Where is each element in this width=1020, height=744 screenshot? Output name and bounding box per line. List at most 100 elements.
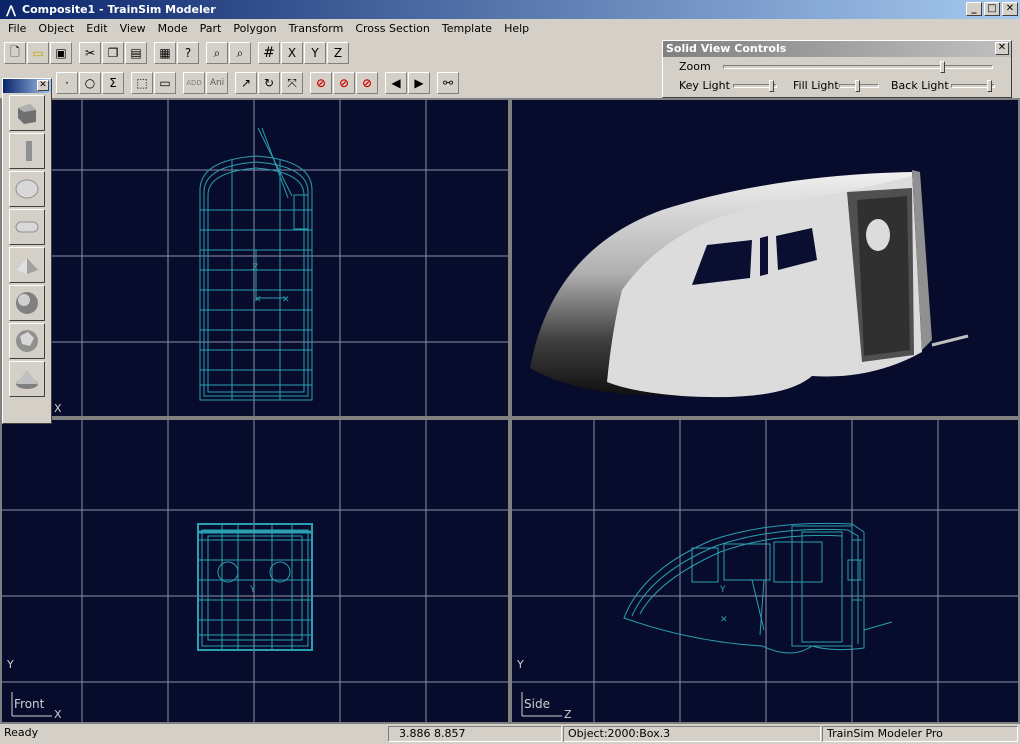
back-light-slider-thumb[interactable]: [987, 79, 992, 92]
menu-polygon[interactable]: Polygon: [227, 20, 282, 38]
zoom-row: Zoom: [679, 60, 993, 73]
scale-icon[interactable]: ⤧: [281, 72, 303, 94]
disc-icon[interactable]: [9, 171, 45, 207]
binoculars-icon[interactable]: ⚯: [437, 72, 459, 94]
viewport-name-side: Side: [524, 697, 550, 711]
close-icon[interactable]: ✕: [37, 80, 49, 91]
back-light-slider[interactable]: [951, 79, 995, 92]
add-label: ADD: [186, 79, 202, 87]
main-toolbar: 🗋 ▭ ▣ ✂ ❐ ▤ ▦ ? ⌕ ⌕ # X Y Z: [0, 40, 660, 66]
maximize-button[interactable]: □: [984, 2, 1000, 16]
status-product: TrainSim Modeler Pro: [822, 726, 1018, 742]
menu-transform[interactable]: Transform: [283, 20, 350, 38]
grid: [2, 420, 508, 722]
grid-icon[interactable]: #: [258, 42, 280, 64]
viewport-top[interactable]: Z ✕ ✕ X: [0, 98, 510, 418]
ani-button[interactable]: Ani: [206, 72, 228, 94]
next-icon[interactable]: ▶: [408, 72, 430, 94]
select-box-icon[interactable]: ⬚: [131, 72, 153, 94]
fill-light-slider[interactable]: [839, 79, 879, 92]
fill-light-slider-thumb[interactable]: [855, 79, 860, 92]
primitive-palette: ✕: [2, 78, 52, 424]
viewport-side[interactable]: Y ✕ Y Z Side: [510, 418, 1020, 724]
new-file-icon[interactable]: 🗋: [4, 42, 26, 64]
axis-x-label: X: [287, 46, 297, 60]
menu-help[interactable]: Help: [498, 20, 535, 38]
axis-y-icon[interactable]: Y: [304, 42, 326, 64]
close-button[interactable]: ✕: [1002, 2, 1018, 16]
viewport-perspective-canvas: [530, 170, 969, 398]
key-light-row: Key Light: [679, 79, 777, 92]
no-z-icon[interactable]: ⊘: [356, 72, 378, 94]
pyramid-icon[interactable]: [9, 247, 45, 283]
key-light-slider-thumb[interactable]: [769, 79, 774, 92]
menu-view[interactable]: View: [114, 20, 152, 38]
menu-template[interactable]: Template: [436, 20, 498, 38]
vertex-icon[interactable]: ·: [56, 72, 78, 94]
paste-icon[interactable]: ▤: [125, 42, 147, 64]
axis-z-label: Z: [564, 708, 572, 721]
ani-label: Ani: [209, 78, 225, 88]
fill-light-label: Fill Light: [793, 79, 839, 92]
zoom-label: Zoom: [679, 60, 711, 73]
cut-icon[interactable]: ✂: [79, 42, 101, 64]
cylinder-icon[interactable]: [9, 133, 45, 169]
capsule-icon[interactable]: [9, 209, 45, 245]
menu-object[interactable]: Object: [32, 20, 80, 38]
circle-icon[interactable]: ○: [79, 72, 101, 94]
cube-icon[interactable]: [9, 95, 45, 131]
viewport-perspective[interactable]: [510, 98, 1020, 418]
fill-light-row: Fill Light: [793, 79, 879, 92]
zoom-slider[interactable]: [723, 60, 993, 73]
menu-mode[interactable]: Mode: [152, 20, 194, 38]
marker-x1: ✕: [254, 295, 262, 305]
zoom-in-icon[interactable]: ⌕: [206, 42, 228, 64]
minimize-button[interactable]: _: [966, 2, 982, 16]
ruler-icon[interactable]: ▭: [154, 72, 176, 94]
key-light-slider[interactable]: [733, 79, 777, 92]
help-icon[interactable]: ?: [177, 42, 199, 64]
move-icon[interactable]: ↗: [235, 72, 257, 94]
panel-title: Solid View Controls: [666, 42, 787, 55]
menu-file[interactable]: File: [2, 20, 32, 38]
geosphere-icon[interactable]: [9, 323, 45, 359]
train-door: [857, 196, 910, 356]
cone-icon[interactable]: [9, 361, 45, 397]
copy-icon[interactable]: ❐: [102, 42, 124, 64]
axis-x-icon[interactable]: X: [281, 42, 303, 64]
close-icon[interactable]: ✕: [995, 42, 1009, 55]
axis-x-label: X: [54, 708, 62, 721]
menu-edit[interactable]: Edit: [80, 20, 113, 38]
axis-z-label: Z: [333, 46, 343, 60]
viewport-side-canvas: Y ✕ Y Z Side: [512, 420, 1018, 722]
no-y-icon[interactable]: ⊘: [333, 72, 355, 94]
palette-title-bar: ✕: [3, 79, 51, 93]
save-icon[interactable]: ▣: [50, 42, 72, 64]
train-window-2: [760, 236, 768, 276]
open-folder-icon[interactable]: ▭: [27, 42, 49, 64]
axis-y-label: Y: [516, 658, 524, 671]
menu-cross-section[interactable]: Cross Section: [349, 20, 436, 38]
add-button[interactable]: ADD: [183, 72, 205, 94]
axis-z-icon[interactable]: Z: [327, 42, 349, 64]
axis-y-label: Y: [311, 46, 319, 60]
sphere-icon[interactable]: [9, 285, 45, 321]
print-icon[interactable]: ▦: [154, 42, 176, 64]
zoom-slider-thumb[interactable]: [940, 60, 945, 73]
status-ready: Ready: [4, 726, 39, 739]
back-light-row: Back Light: [891, 79, 995, 92]
viewport-front-canvas: Y Y X Front: [2, 420, 508, 722]
viewport-name-front: Front: [14, 697, 45, 711]
solid-view-controls-title: Solid View Controls ✕: [663, 41, 1011, 57]
train-coupler: [931, 334, 969, 347]
viewport-front[interactable]: Y Y X Front: [0, 418, 510, 724]
viewport-area: Z ✕ ✕ X Y Y X Front Y ✕ Y Z Side: [0, 98, 1020, 724]
menu-bar: File Object Edit View Mode Part Polygon …: [0, 19, 1020, 38]
menu-part[interactable]: Part: [194, 20, 228, 38]
status-coords: 3.886 8.857: [388, 726, 562, 742]
zoom-out-icon[interactable]: ⌕: [229, 42, 251, 64]
no-x-icon[interactable]: ⊘: [310, 72, 332, 94]
sum-icon[interactable]: Σ: [102, 72, 124, 94]
previous-icon[interactable]: ◀: [385, 72, 407, 94]
rotate-icon[interactable]: ↻: [258, 72, 280, 94]
